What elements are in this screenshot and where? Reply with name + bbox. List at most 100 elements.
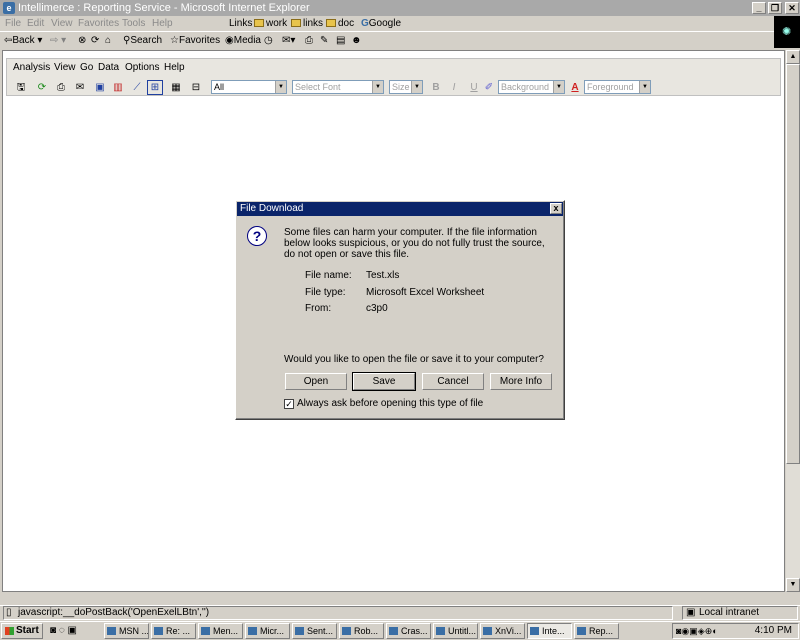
stop-button[interactable]: ⊗ (78, 34, 86, 48)
back-button[interactable]: ⇦Back ▾ (4, 34, 42, 48)
link-doc[interactable]: doc (326, 17, 354, 31)
minimize-button[interactable]: _ (752, 2, 766, 14)
scroll-thumb[interactable] (786, 64, 800, 464)
line-chart-icon[interactable]: ⟋ (130, 81, 144, 94)
close-button[interactable]: ✕ (785, 2, 799, 14)
forward-button[interactable]: ⇨ ▾ (50, 34, 66, 48)
always-ask-checkbox[interactable]: ✓ (284, 399, 294, 409)
chart-icon[interactable]: ▥ (111, 81, 125, 94)
report-toolbar: Analysis View Go Data Options Help 🖫 ⟳ ⎙… (6, 58, 781, 96)
report-menu-view[interactable]: View (54, 62, 76, 73)
scope-select[interactable]: All ▼ (211, 80, 287, 94)
taskbar-item-re[interactable]: Re: ... (151, 623, 196, 639)
question-text: Would you like to open the file or save … (284, 354, 544, 365)
tray-icons[interactable]: ◙◉▣◈⊕◐ (676, 624, 718, 638)
report-menu-analysis[interactable]: Analysis (13, 62, 50, 73)
open-button[interactable]: Open (285, 373, 347, 390)
bold-button[interactable]: B (429, 81, 443, 94)
restore-button[interactable]: ❐ (768, 2, 782, 14)
taskbar-item-untitled[interactable]: Untitl... (433, 623, 478, 639)
report-menu-options[interactable]: Options (125, 62, 159, 73)
dialog-title[interactable]: File Download (237, 202, 563, 216)
properties-icon[interactable]: ⊞ (147, 80, 163, 95)
history-button[interactable]: ◷ (264, 34, 273, 48)
background-color-icon[interactable]: ✐ (482, 81, 496, 94)
font-select[interactable]: Select Font ▼ (292, 80, 384, 94)
favorites-button[interactable]: ☆Favorites (170, 34, 220, 48)
export-icon[interactable]: ▣ (93, 81, 107, 94)
media-button[interactable]: ◉Media (225, 34, 261, 48)
more-info-button[interactable]: More Info (490, 373, 552, 390)
mail-button[interactable]: ✉▾ (282, 34, 295, 48)
taskbar: Start ◙ ◌ ▣ MSN ... Re: ... Men... Micr.… (0, 621, 800, 640)
menu-view[interactable]: View (51, 17, 73, 31)
file-type-value: Microsoft Excel Worksheet (366, 287, 485, 298)
link-google[interactable]: GGoogle (361, 17, 401, 31)
report-menu-go[interactable]: Go (80, 62, 93, 73)
save-button[interactable]: Save (352, 372, 416, 391)
window-title-bar[interactable]: e Intellimerce : Reporting Service - Mic… (0, 0, 800, 16)
from-label: From: (305, 303, 332, 314)
italic-button[interactable]: I (447, 81, 461, 94)
size-select[interactable]: Size ▼ (389, 80, 423, 94)
report-menu-help[interactable]: Help (164, 62, 185, 73)
report-menu-data[interactable]: Data (98, 62, 119, 73)
task-label: Re: ... (166, 626, 191, 636)
menu-tools[interactable]: Tools (122, 17, 145, 31)
menu-file[interactable]: File (5, 17, 21, 31)
menu-favorites[interactable]: Favorites (78, 17, 119, 31)
filter-icon[interactable]: ⊟ (189, 81, 203, 94)
taskbar-item-cras[interactable]: Cras... (386, 623, 431, 639)
taskbar-item-micr[interactable]: Micr... (245, 623, 290, 639)
discuss-button[interactable]: ▤ (336, 34, 345, 48)
taskbar-item-men[interactable]: Men... (198, 623, 243, 639)
task-label: Men... (213, 626, 239, 636)
scroll-down-button[interactable]: ▼ (786, 578, 800, 592)
foreground-color-icon[interactable]: A (568, 81, 582, 94)
clock[interactable]: 4:10 PM (755, 624, 792, 638)
home-button[interactable]: ⌂ (105, 34, 111, 48)
save-icon[interactable]: 🖫 (14, 81, 28, 94)
start-button[interactable]: Start (1, 623, 43, 639)
table-icon[interactable]: ▦ (169, 81, 183, 94)
taskbar-item-msn[interactable]: MSN ... (104, 623, 149, 639)
forward-arrow-icon: ⇨ ▾ (50, 35, 67, 46)
menu-help[interactable]: Help (152, 17, 173, 31)
search-button[interactable]: ⚲Search (123, 34, 162, 48)
windows-flag-icon: ✺ (782, 26, 792, 38)
cancel-button[interactable]: Cancel (422, 373, 484, 390)
edit-button[interactable]: ✎ (320, 34, 328, 48)
messenger-button[interactable]: ☻ (351, 34, 362, 48)
menu-edit[interactable]: Edit (27, 17, 44, 31)
link-links-label: links (303, 18, 324, 29)
refresh-icon[interactable]: ⟳ (35, 81, 49, 94)
favorites-icon: ☆ (170, 35, 179, 46)
messenger-icon: ☻ (351, 35, 362, 46)
link-links[interactable]: links (291, 17, 323, 31)
background-select[interactable]: Background ▼ (498, 80, 565, 94)
ie-app-icon: e (3, 2, 15, 14)
underline-button[interactable]: U (467, 81, 481, 94)
vertical-scrollbar[interactable]: ▲ ▼ (786, 50, 800, 592)
quick-launch[interactable]: ◙ ◌ ▣ (50, 625, 77, 636)
warning-message: Some files can harm your computer. If th… (284, 227, 545, 260)
taskbar-item-xnview[interactable]: XnVi... (480, 623, 525, 639)
link-work[interactable]: work (254, 17, 287, 31)
taskbar-item-rob[interactable]: Rob... (339, 623, 384, 639)
dialog-close-button[interactable]: x (550, 203, 562, 214)
taskbar-item-rep[interactable]: Rep... (574, 623, 619, 639)
status-text-value: javascript:__doPostBack('OpenExelLBtn','… (18, 607, 210, 618)
from-value: c3p0 (366, 303, 388, 314)
refresh-button[interactable]: ⟳ (91, 34, 99, 48)
scroll-up-button[interactable]: ▲ (786, 50, 800, 64)
foreground-placeholder: Foreground (587, 82, 634, 92)
taskbar-item-sent[interactable]: Sent... (292, 623, 337, 639)
foreground-select[interactable]: Foreground ▼ (584, 80, 651, 94)
email-icon[interactable]: ✉ (73, 81, 87, 94)
print-icon[interactable]: ⎙ (54, 81, 68, 94)
print-button[interactable]: ⎙ (305, 34, 313, 48)
taskbar-item-internet-explorer[interactable]: Inte... (527, 623, 572, 639)
folder-icon (254, 19, 264, 27)
windows-logo-icon (5, 627, 14, 635)
app-icon (483, 627, 492, 635)
